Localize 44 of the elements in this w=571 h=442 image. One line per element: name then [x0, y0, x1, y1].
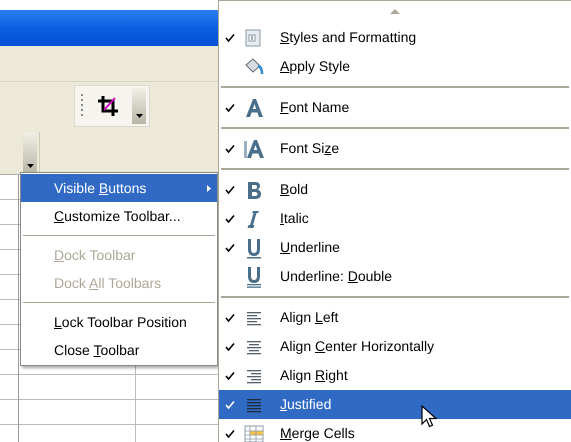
menu-item[interactable]: Visible Buttons: [21, 174, 217, 202]
menu-item-label: Bold: [280, 181, 308, 197]
menu-item-label: Font Size: [280, 140, 340, 156]
menu-item-label: Styles and Formatting: [280, 29, 416, 45]
font-icon: [243, 96, 265, 118]
menu-item-label: Apply Style: [280, 58, 350, 74]
menu-item-label: Justified: [280, 396, 332, 412]
menu-item[interactable]: Apply Style: [219, 52, 571, 81]
menu-item-label: Align Right: [280, 367, 348, 383]
menu-item[interactable]: Styles and Formatting: [219, 23, 571, 52]
menu-item-label: Font Name: [280, 99, 350, 115]
menu-item-label: Close Toolbar: [54, 340, 140, 360]
menu-item-label: Italic: [280, 210, 309, 226]
menu-item[interactable]: Font Size: [219, 134, 571, 163]
menu-item-label: Dock Toolbar: [54, 246, 136, 264]
menu-item-label: Align Center Horizontally: [280, 338, 434, 354]
dropdown-button[interactable]: [132, 88, 146, 124]
menu-item[interactable]: Merge Cells: [219, 419, 571, 442]
menu-item-label: Dock All Toolbars: [54, 274, 162, 292]
menu-item-label: Visible Buttons: [54, 178, 146, 198]
menu-item-label: Underline: [280, 239, 340, 255]
menu-item[interactable]: Align Right: [219, 361, 571, 390]
menu-item[interactable]: Customize Toolbar...: [21, 202, 217, 230]
menu-item-label: Merge Cells: [280, 425, 355, 441]
menu-item[interactable]: Align Left: [219, 303, 571, 332]
dropdown-button[interactable]: [23, 132, 37, 174]
menu-item-label: Underline: Double: [280, 268, 392, 284]
menu-item[interactable]: Font Name: [219, 93, 571, 122]
menu-item[interactable]: Underline: Double: [219, 262, 571, 291]
crop-icon[interactable]: [97, 95, 119, 117]
menu-item[interactable]: Italic: [219, 204, 571, 233]
menu-item[interactable]: Lock Toolbar Position: [21, 308, 217, 336]
menu-item[interactable]: Bold: [219, 175, 571, 204]
mouse-pointer-icon: [421, 405, 437, 429]
menu-item[interactable]: Close Toolbar: [21, 336, 217, 364]
font-size-icon: [243, 138, 265, 160]
caret-icon: [26, 164, 34, 168]
menu-item-label: Align Left: [280, 309, 338, 325]
menu-item-label: Customize Toolbar...: [54, 206, 181, 226]
menu-item[interactable]: Underline: [219, 233, 571, 262]
caret-icon: [136, 114, 142, 118]
menu-item[interactable]: Align Center Horizontally: [219, 332, 571, 361]
menu-item-label: Lock Toolbar Position: [54, 312, 187, 332]
menu-item[interactable]: Justified: [219, 390, 571, 419]
